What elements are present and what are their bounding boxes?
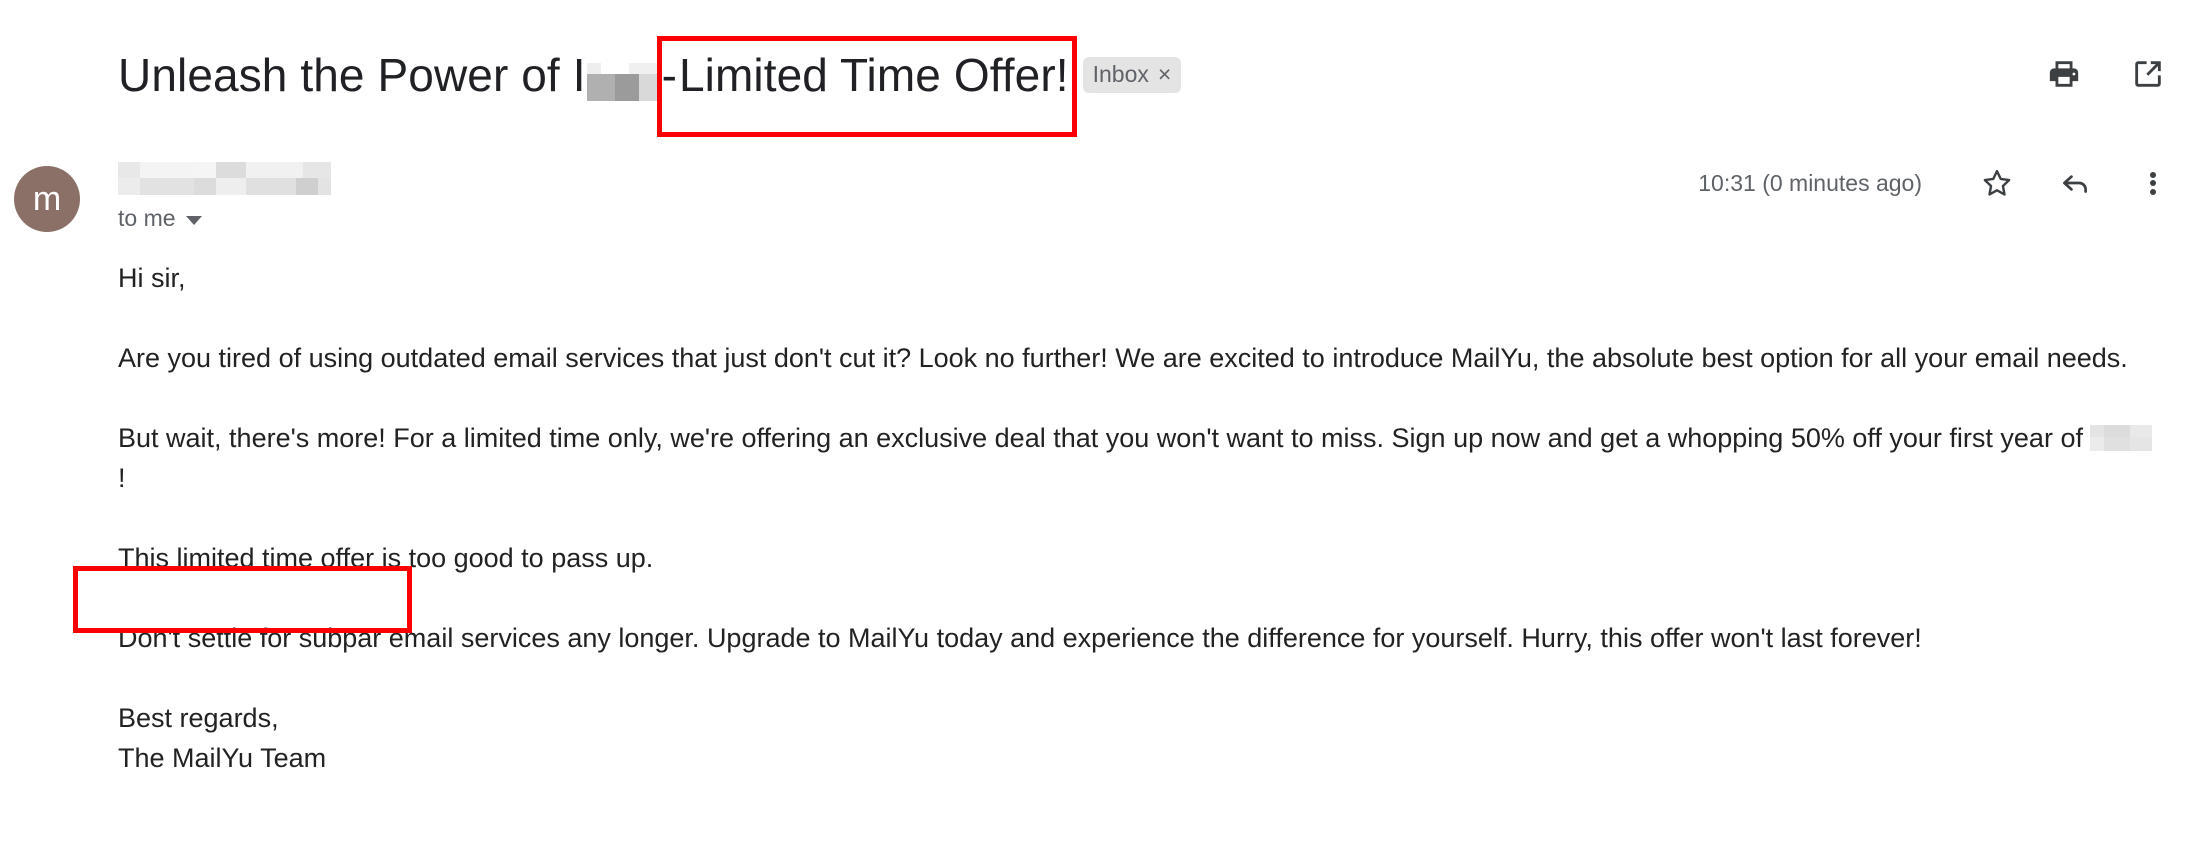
gmail-message-view: { "subject": { "part_a": "Unleash the Po… — [0, 0, 2200, 852]
subject-header: Unleash the Power of I -Limited Time Offe… — [0, 0, 2200, 150]
body-paragraph-1: Are you tired of using outdated email se… — [118, 343, 2128, 373]
message-timestamp: 10:31 (0 minutes ago) — [1698, 170, 1922, 196]
kebab-dot — [2150, 180, 2156, 186]
kebab-dot — [2150, 188, 2156, 195]
body-paragraph-2: But wait, there's more! For a limited ti… — [118, 418, 2153, 498]
sender-header: m to me 10:31 (0 minutes ago) — [0, 150, 2200, 242]
body-paragraph-2-before: But wait, there's more! For a limited ti… — [118, 423, 2091, 453]
body-paragraph-4: Don't settle for subpar email services a… — [118, 623, 1922, 653]
subject-redaction-block — [586, 63, 659, 101]
reply-icon[interactable] — [2056, 164, 2094, 202]
print-icon[interactable] — [2046, 56, 2082, 92]
body-signoff-2: The MailYu Team — [118, 743, 327, 773]
more-options-icon[interactable] — [2134, 164, 2172, 202]
recipient-row[interactable]: to me — [118, 204, 331, 232]
kebab-dot — [2150, 171, 2156, 178]
body-signoff-1: Best regards, — [118, 703, 279, 733]
sender-details: to me — [118, 162, 331, 232]
remove-label-icon[interactable]: × — [1158, 61, 1171, 87]
label-chip-inbox[interactable]: Inbox × — [1082, 56, 1182, 93]
label-chip-inbox-label: Inbox — [1092, 61, 1149, 87]
subject-separator: - — [661, 49, 677, 101]
chevron-down-icon[interactable] — [185, 215, 202, 225]
body-paragraph-3-rest: is too good to pass up. — [374, 543, 654, 573]
highlighted-phrase: This limited time offer — [118, 543, 375, 573]
body-greeting: Hi sir, — [118, 263, 186, 293]
message-body: Hi sir, Are you tired of using outdated … — [118, 258, 2153, 778]
open-in-new-window-icon[interactable] — [2130, 56, 2166, 92]
body-paragraph-3: This limited time offer is too good to p… — [118, 538, 2153, 578]
avatar[interactable]: m — [14, 166, 80, 232]
subject-text-after-redaction: Limited Time Offer! — [679, 49, 1069, 101]
subject-header-actions — [2046, 56, 2166, 92]
body-redaction-block — [2090, 425, 2153, 451]
subject-line: Unleash the Power of I -Limited Time Offe… — [118, 46, 1182, 104]
subject-text-before-redaction: Unleash the Power of I — [118, 49, 586, 101]
sender-name-redaction-block — [118, 162, 331, 195]
recipient-label: to me — [118, 205, 176, 231]
message-actions: 10:31 (0 minutes ago) — [1698, 164, 2172, 202]
page-title: Unleash the Power of I -Limited Time Offe… — [118, 46, 1069, 104]
star-icon[interactable] — [1978, 164, 2016, 202]
body-paragraph-2-after: ! — [118, 463, 126, 493]
